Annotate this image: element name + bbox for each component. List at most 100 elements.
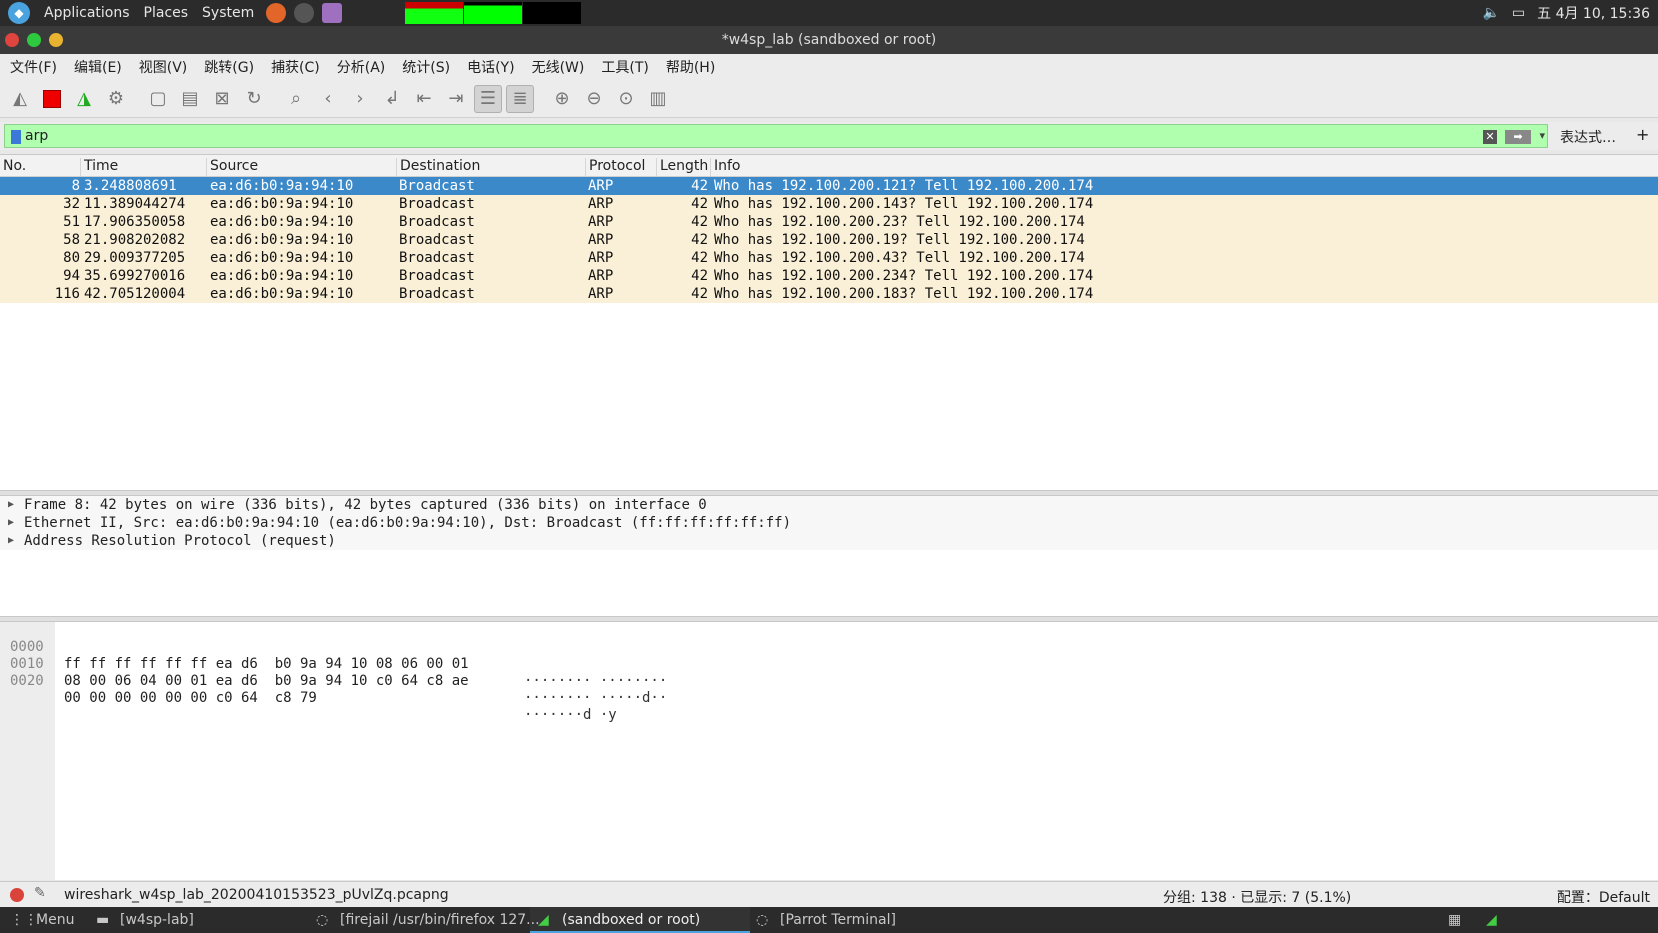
- zoom-in-icon[interactable]: ⊕: [548, 85, 576, 113]
- cell-source: ea:d6:b0:9a:94:10: [210, 232, 354, 248]
- table-row[interactable]: 116 42.705120004 ea:d6:b0:9a:94:10 Broad…: [0, 285, 1658, 303]
- col-destination[interactable]: Destination: [396, 158, 480, 176]
- taskbar-menu[interactable]: Menu: [36, 912, 74, 928]
- minimize-window-button[interactable]: [49, 33, 63, 47]
- keyboard-layout-icon[interactable]: ▦: [1448, 912, 1461, 928]
- menu-help[interactable]: 帮助(H): [656, 57, 722, 77]
- capture-file-name: wireshark_w4sp_lab_20200410153523_pUvlZq…: [64, 887, 449, 903]
- zoom-normal-icon[interactable]: ⊙: [612, 85, 640, 113]
- table-row[interactable]: 80 29.009377205 ea:d6:b0:9a:94:10 Broadc…: [0, 249, 1658, 267]
- cell-length: 42: [691, 214, 708, 230]
- maximize-window-button[interactable]: [27, 33, 41, 47]
- apply-filter-icon[interactable]: ➡: [1505, 130, 1531, 144]
- volume-icon[interactable]: 🔈: [1482, 5, 1499, 21]
- capture-status-icon[interactable]: [10, 888, 24, 902]
- menu-wireless[interactable]: 无线(W): [522, 57, 592, 77]
- table-row[interactable]: 51 17.906350058 ea:d6:b0:9a:94:10 Broadc…: [0, 213, 1658, 231]
- main-toolbar: ◭ ◮ ⚙ ▢ ▤ ⊠ ↻ ⌕ ‹ › ↲ ⇤ ⇥ ☰ ≣ ⊕ ⊖ ⊙ ▥: [0, 80, 1658, 118]
- reload-file-icon[interactable]: ↻: [240, 85, 268, 113]
- profile-selector[interactable]: 配置：Default: [1557, 887, 1650, 907]
- tree-item-arp[interactable]: ▶ Address Resolution Protocol (request): [0, 532, 1658, 550]
- task-firefox[interactable]: [firejail /usr/bin/firefox 127...: [340, 912, 540, 928]
- packet-bytes-pane: 0000 ff ff ff ff ff ff ea d6 b0 9a 94 10…: [0, 622, 1658, 880]
- go-to-packet-icon[interactable]: ↲: [378, 85, 406, 113]
- tree-item-frame[interactable]: ▶ Frame 8: 42 bytes on wire (336 bits), …: [0, 496, 1658, 514]
- go-forward-icon[interactable]: ›: [346, 85, 374, 113]
- clear-filter-icon[interactable]: ✕: [1483, 130, 1497, 144]
- start-capture-icon[interactable]: ◭: [6, 85, 34, 113]
- expand-arrow-icon[interactable]: ▶: [8, 532, 14, 550]
- open-file-icon[interactable]: ▢: [144, 85, 172, 113]
- apps-grid-icon[interactable]: ⋮⋮: [10, 912, 38, 928]
- col-no[interactable]: No.: [0, 158, 26, 176]
- parrot-logo-icon[interactable]: ◆: [8, 2, 30, 24]
- last-packet-icon[interactable]: ⇥: [442, 85, 470, 113]
- cell-length: 42: [691, 196, 708, 212]
- task-parrot-terminal[interactable]: [Parrot Terminal]: [780, 912, 896, 928]
- edit-comment-icon[interactable]: ✎: [34, 885, 46, 901]
- cell-info: Who has 192.100.200.23? Tell 192.100.200…: [714, 214, 1085, 230]
- places-menu[interactable]: Places: [144, 5, 189, 21]
- cell-info: Who has 192.100.200.19? Tell 192.100.200…: [714, 232, 1085, 248]
- bytes-ascii: ········ ·····d··: [524, 690, 668, 706]
- firefox-icon[interactable]: [266, 3, 287, 23]
- task-w4sp-lab[interactable]: [w4sp-lab]: [120, 912, 194, 928]
- expand-arrow-icon[interactable]: ▶: [8, 514, 14, 532]
- tray-wireshark-icon[interactable]: ◢: [1486, 912, 1497, 928]
- text-editor-icon[interactable]: [322, 3, 343, 23]
- bytes-row[interactable]: 0010 08 00 06 04 00 01 ea d6 b0 9a 94 10…: [0, 639, 667, 706]
- status-bar: ✎ wireshark_w4sp_lab_20200410153523_pUvl…: [0, 881, 1658, 907]
- terminal-icon[interactable]: [294, 3, 315, 23]
- tree-item-ethernet[interactable]: ▶ Ethernet II, Src: ea:d6:b0:9a:94:10 (e…: [0, 514, 1658, 532]
- first-packet-icon[interactable]: ⇤: [410, 85, 438, 113]
- go-back-icon[interactable]: ‹: [314, 85, 342, 113]
- applications-menu[interactable]: Applications: [44, 5, 130, 21]
- zoom-out-icon[interactable]: ⊖: [580, 85, 608, 113]
- menu-edit[interactable]: 编辑(E): [64, 57, 129, 77]
- close-window-button[interactable]: [5, 33, 19, 47]
- menu-capture[interactable]: 捕获(C): [261, 57, 327, 77]
- cell-no: 116: [54, 286, 80, 302]
- capture-options-icon[interactable]: ⚙: [102, 85, 130, 113]
- display-filter-input[interactable]: arp ✕ ➡ ▾: [4, 124, 1548, 148]
- colorize-icon[interactable]: ≣: [506, 84, 534, 113]
- add-filter-button[interactable]: +: [1636, 125, 1649, 144]
- auto-scroll-icon[interactable]: ☰: [474, 84, 502, 113]
- restart-capture-icon[interactable]: ◮: [70, 85, 98, 113]
- resize-columns-icon[interactable]: ▥: [644, 85, 672, 113]
- stop-capture-icon[interactable]: [38, 85, 66, 113]
- menu-analyze[interactable]: 分析(A): [327, 57, 393, 77]
- expression-button[interactable]: 表达式…: [1560, 127, 1616, 147]
- menu-file[interactable]: 文件(F): [0, 57, 64, 77]
- bytes-row[interactable]: 0020 00 00 00 00 00 00 c0 64 c8 79 ·····…: [0, 656, 617, 723]
- bytes-hex: 08 00 06 04 00 01 ea d6 b0 9a 94 10 c0 6…: [64, 673, 469, 689]
- menu-view[interactable]: 视图(V): [129, 57, 195, 77]
- col-source[interactable]: Source: [206, 158, 258, 176]
- save-file-icon[interactable]: ▤: [176, 85, 204, 113]
- clock[interactable]: 五 4月 10, 15:36: [1537, 3, 1650, 23]
- display-filter-bar: arp ✕ ➡ ▾ 表达式… +: [0, 122, 1658, 150]
- table-row[interactable]: 8 3.248808691 ea:d6:b0:9a:94:10 Broadcas…: [0, 177, 1658, 195]
- col-info[interactable]: Info: [710, 158, 741, 176]
- filter-dropdown-icon[interactable]: ▾: [1539, 129, 1545, 142]
- menu-tools[interactable]: 工具(T): [591, 57, 655, 77]
- task-wireshark[interactable]: (sandboxed or root): [562, 912, 700, 928]
- system-menu[interactable]: System: [202, 5, 254, 21]
- table-row[interactable]: 32 11.389044274 ea:d6:b0:9a:94:10 Broadc…: [0, 195, 1658, 213]
- table-row[interactable]: 58 21.908202082 ea:d6:b0:9a:94:10 Broadc…: [0, 231, 1658, 249]
- col-protocol[interactable]: Protocol: [585, 158, 645, 176]
- close-file-icon[interactable]: ⊠: [208, 85, 236, 113]
- filter-bookmark-icon[interactable]: [11, 130, 21, 144]
- menu-statistics[interactable]: 统计(S): [392, 57, 457, 77]
- expand-arrow-icon[interactable]: ▶: [8, 496, 14, 514]
- taskbar: ⋮⋮ Menu ▬ [w4sp-lab] ◌ [firejail /usr/bi…: [0, 907, 1658, 933]
- col-length[interactable]: Length: [656, 158, 708, 176]
- col-time[interactable]: Time: [80, 158, 118, 176]
- bytes-row[interactable]: 0000 ff ff ff ff ff ff ea d6 b0 9a 94 10…: [0, 622, 667, 689]
- network-icon[interactable]: ▭: [1512, 5, 1525, 21]
- find-packet-icon[interactable]: ⌕: [282, 85, 310, 113]
- menu-go[interactable]: 跳转(G): [194, 57, 261, 77]
- menu-telephony[interactable]: 电话(Y): [457, 57, 521, 77]
- table-row[interactable]: 94 35.699270016 ea:d6:b0:9a:94:10 Broadc…: [0, 267, 1658, 285]
- folder-icon: ▬: [96, 912, 110, 928]
